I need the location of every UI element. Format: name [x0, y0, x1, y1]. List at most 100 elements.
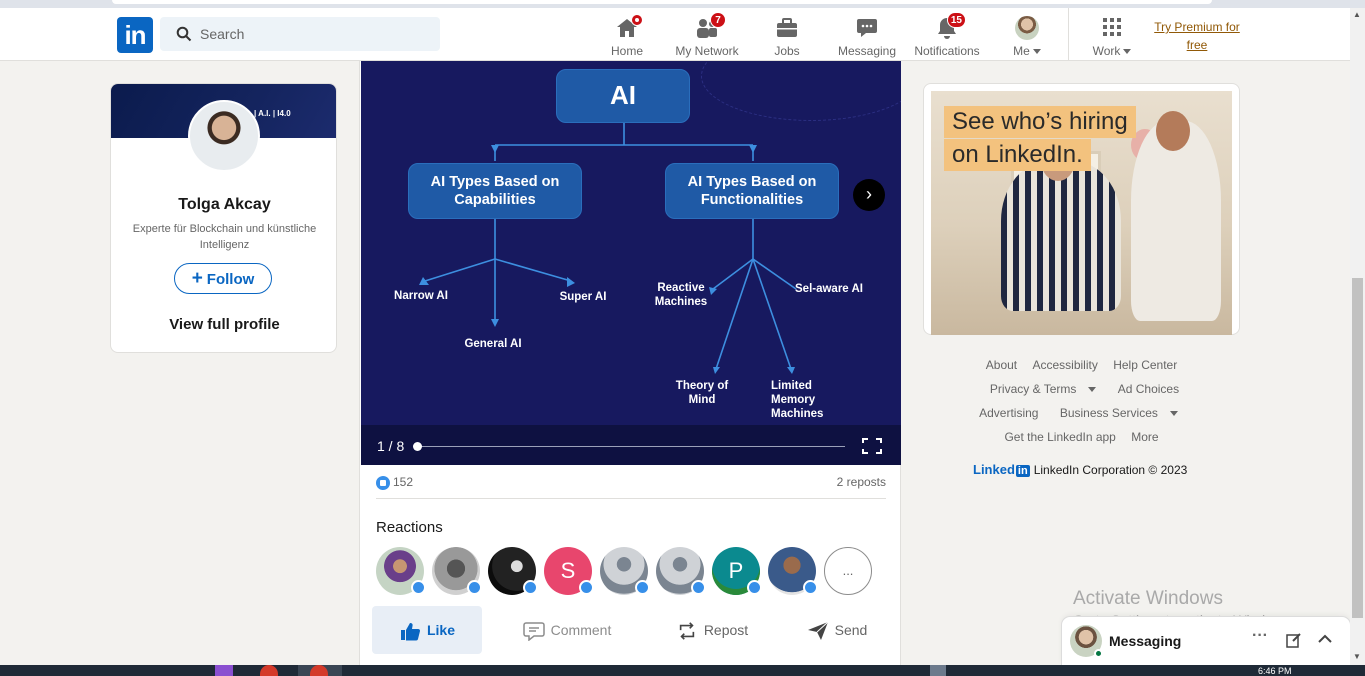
reactor-avatar[interactable]: P [712, 547, 762, 595]
footer-link-privacy-terms[interactable]: Privacy & Terms [984, 382, 1102, 396]
diagram-leaf-narrow-ai: Narrow AI [394, 290, 448, 302]
footer-link-help-center[interactable]: Help Center [1113, 358, 1177, 372]
messaging-title: Messaging [1109, 633, 1182, 649]
wordmark-text: Linked [973, 462, 1015, 477]
nav-my-network[interactable]: 7 My Network [667, 12, 747, 58]
chevron-up-icon[interactable] [1318, 634, 1332, 644]
taskbar-app-icon[interactable] [215, 665, 233, 676]
ad-headline-line1: See who’s hiring [944, 106, 1136, 138]
follow-button[interactable]: + Follow [174, 263, 272, 294]
messaging-overlay[interactable]: Messaging ··· [1062, 617, 1350, 665]
try-premium-link[interactable]: Try Premium for free [1150, 18, 1244, 54]
reactor-avatar[interactable] [488, 547, 538, 595]
document-slide[interactable]: AI AI Types Based on Capabilities AI Typ… [361, 61, 901, 425]
slide-controls: 1 / 8 [361, 425, 901, 465]
diagram-leaf-limited-memory: Limited Memory Machines [771, 380, 824, 420]
comment-icon [522, 622, 545, 642]
likes-count[interactable]: 152 [376, 475, 413, 490]
tray-icon[interactable] [930, 665, 946, 676]
like-reaction-icon [803, 580, 818, 595]
follow-label: Follow [206, 271, 255, 288]
taskbar-app-icon[interactable] [260, 665, 278, 676]
bell-icon: 15 [934, 12, 966, 40]
footer-link-get-app[interactable]: Get the LinkedIn app [1004, 430, 1115, 444]
premium-line-1: Try Premium for [1154, 20, 1240, 34]
profile-name[interactable]: Tolga Akcay [111, 196, 336, 214]
network-icon: 7 [694, 12, 726, 40]
compose-icon[interactable] [1286, 632, 1302, 648]
global-nav: in Home 7 My Network Jobs Messaging 1 [0, 8, 1350, 61]
chevron-down-icon [1032, 49, 1041, 55]
nav-notifications[interactable]: 15 Notifications [907, 12, 987, 58]
scrollbar-thumb[interactable] [1352, 278, 1363, 618]
nav-work[interactable]: Work [1072, 12, 1152, 58]
social-counts: 152 2 reposts [376, 473, 886, 499]
comment-button[interactable]: Comment [512, 606, 622, 654]
privacy-terms-label: Privacy & Terms [989, 382, 1077, 396]
reactor-avatar[interactable] [656, 547, 706, 595]
notification-dot [631, 14, 643, 26]
chevron-down-icon [1123, 49, 1132, 55]
ad-headline: See who’s hiring on LinkedIn. [944, 106, 1136, 172]
like-reaction-icon [523, 580, 538, 595]
repost-label: Repost [703, 622, 749, 638]
next-slide-button[interactable]: › [853, 179, 885, 211]
diagram-leaf-self-aware-ai: Sel-aware AI [795, 283, 863, 295]
search-input[interactable] [200, 17, 430, 51]
search-bar[interactable] [160, 17, 440, 51]
reactor-avatar[interactable] [768, 547, 818, 595]
footer-link-more[interactable]: More [1131, 430, 1158, 444]
nav-jobs[interactable]: Jobs [747, 12, 827, 58]
advertisement-card[interactable]: See who’s hiring on LinkedIn. [923, 83, 1240, 335]
search-icon [176, 26, 192, 42]
nav-messaging[interactable]: Messaging [827, 12, 907, 58]
like-label: Like [426, 622, 455, 638]
clock[interactable]: 6:46 PM [1258, 666, 1292, 676]
send-button[interactable]: Send [792, 606, 882, 654]
chevron-down-icon [1088, 387, 1097, 393]
diagram-node-capabilities: AI Types Based on Capabilities [408, 163, 582, 219]
profile-photo[interactable] [188, 100, 260, 172]
author-profile-card: | A.I. | I4.0 Tolga Akcay Experte für Bl… [110, 83, 337, 353]
online-status-icon [1094, 649, 1103, 658]
view-full-profile-link[interactable]: View full profile [111, 316, 336, 333]
ad-person-graphic [1001, 161, 1121, 311]
scroll-up-icon[interactable]: ▲ [1353, 10, 1361, 19]
like-button[interactable]: Like [372, 606, 482, 654]
diagram-root-node: AI [556, 69, 690, 123]
footer-link-accessibility[interactable]: Accessibility [1032, 358, 1097, 372]
more-options-icon[interactable]: ··· [1252, 627, 1268, 645]
slide-progress-track[interactable] [417, 446, 845, 447]
more-reactors-button[interactable]: ... [824, 547, 872, 595]
repost-button[interactable]: Repost [662, 606, 762, 654]
nav-me[interactable]: Me [987, 12, 1067, 58]
reactor-avatar[interactable] [600, 547, 650, 595]
reactor-avatar[interactable] [376, 547, 426, 595]
footer-link-advertising[interactable]: Advertising [979, 406, 1038, 420]
chat-icon [854, 16, 880, 40]
notifications-badge: 15 [946, 12, 966, 28]
footer-link-about[interactable]: About [986, 358, 1017, 372]
like-reaction-icon [747, 580, 762, 595]
watermark-title: Activate Windows [1073, 588, 1223, 609]
footer-copyright: Linked in LinkedIn Corporation © 2023 [973, 462, 1187, 477]
nav-my-network-label: My Network [675, 44, 739, 58]
nav-jobs-label: Jobs [774, 44, 800, 58]
reactor-avatar[interactable]: S [544, 547, 594, 595]
reposts-count[interactable]: 2 reposts [837, 475, 886, 489]
fullscreen-icon[interactable] [862, 438, 882, 454]
linkedin-logo-icon[interactable]: in [117, 17, 153, 53]
slide-progress-handle[interactable] [413, 442, 422, 451]
footer-link-business-services[interactable]: Business Services [1054, 406, 1184, 420]
nav-home-label: Home [610, 44, 643, 58]
footer-links: About Accessibility Help Center Privacy … [923, 353, 1240, 449]
home-icon [614, 14, 643, 40]
page-scrollbar[interactable]: ▲ ▼ [1350, 8, 1365, 666]
ad-headline-line2: on LinkedIn. [944, 139, 1091, 171]
like-reaction-icon [411, 580, 426, 595]
reactor-avatar[interactable] [432, 547, 482, 595]
scroll-down-icon[interactable]: ▼ [1353, 652, 1361, 661]
nav-home[interactable]: Home [587, 12, 667, 58]
footer-link-ad-choices[interactable]: Ad Choices [1118, 382, 1179, 396]
linkedin-wordmark: Linked in [973, 462, 1030, 477]
